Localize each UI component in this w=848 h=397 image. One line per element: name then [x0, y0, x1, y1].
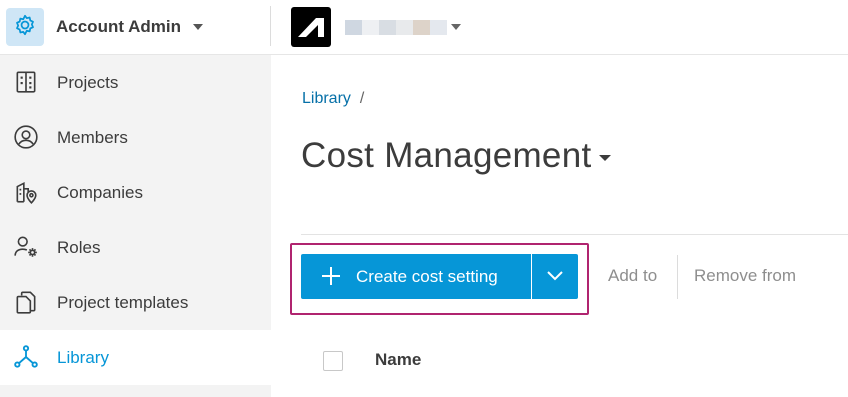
top-bar [271, 0, 848, 55]
blurred-project-name [430, 19, 447, 35]
blurred-project-name [396, 19, 413, 35]
building-icon [12, 68, 40, 96]
caret-down-icon [599, 155, 612, 161]
gear-icon [12, 12, 38, 43]
app-root: Account Admin Projects Members Companies… [0, 0, 848, 397]
account-icon-box [6, 8, 44, 46]
sidebar-item-label: Projects [57, 72, 119, 92]
select-all-checkbox[interactable] [323, 351, 343, 371]
sidebar: Projects Members Companies Roles Project… [0, 55, 271, 397]
blurred-project-name [413, 19, 430, 35]
page-title: Cost Management [301, 136, 592, 175]
chevron-down-icon [192, 24, 203, 30]
breadcrumb: Library / [302, 90, 364, 108]
chevron-down-icon [451, 24, 461, 30]
blurred-project-name [345, 19, 362, 35]
chevron-down-icon [546, 268, 564, 286]
sidebar-item-members[interactable]: Members [0, 110, 271, 165]
sidebar-item-project-templates[interactable]: Project templates [0, 275, 271, 330]
breadcrumb-separator: / [359, 90, 365, 107]
create-button-label: Create cost setting [356, 266, 498, 286]
templates-icon [12, 288, 40, 316]
network-icon [12, 343, 40, 371]
create-options-dropdown-button[interactable] [532, 254, 578, 299]
blurred-project-name [379, 19, 396, 35]
remove-from-button[interactable]: Remove from [694, 266, 796, 286]
column-header-name[interactable]: Name [375, 350, 421, 370]
create-cost-setting-button[interactable]: Create cost setting [301, 254, 531, 299]
sidebar-item-label: Companies [57, 182, 143, 202]
sidebar-item-library[interactable]: Library [0, 330, 271, 385]
project-selector[interactable] [345, 19, 461, 35]
user-circle-icon [12, 123, 40, 151]
breadcrumb-link-library[interactable]: Library [302, 90, 351, 108]
divider [301, 234, 848, 235]
autodesk-logo-icon[interactable] [291, 7, 331, 47]
company-location-icon [12, 178, 40, 206]
plus-icon [321, 266, 341, 286]
account-title: Account Admin [56, 17, 181, 36]
toolbar-divider [677, 255, 678, 299]
sidebar-item-companies[interactable]: Companies [0, 165, 271, 220]
sidebar-item-label: Project templates [57, 292, 189, 312]
account-switcher[interactable]: Account Admin [0, 0, 271, 55]
page-title-selector[interactable]: Cost Management [301, 136, 612, 176]
sidebar-item-label: Library [57, 347, 109, 367]
sidebar-item-projects[interactable]: Projects [0, 55, 271, 110]
user-gear-icon [12, 233, 40, 261]
sidebar-item-roles[interactable]: Roles [0, 220, 271, 275]
add-to-button[interactable]: Add to [608, 266, 657, 286]
sidebar-item-label: Members [57, 127, 128, 147]
blurred-project-name [362, 19, 379, 35]
sidebar-item-label: Roles [57, 237, 101, 257]
